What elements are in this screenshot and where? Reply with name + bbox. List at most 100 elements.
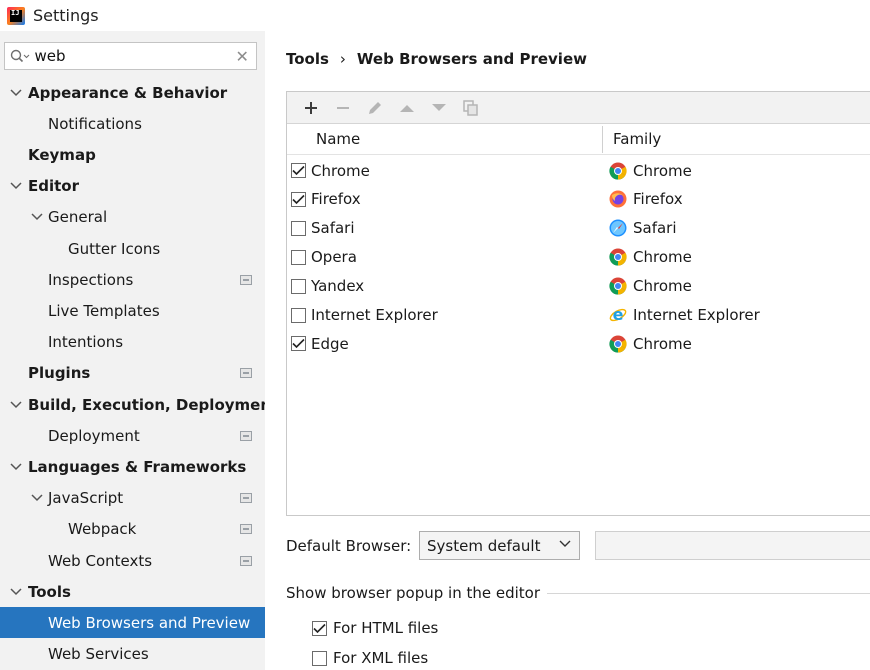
for-html-files-option[interactable]: For HTML files xyxy=(312,617,438,639)
add-button[interactable] xyxy=(295,95,327,121)
column-header-name[interactable]: Name xyxy=(316,130,360,148)
tree-item-notifications[interactable]: Notifications xyxy=(0,108,265,139)
safari-icon xyxy=(609,219,627,237)
table-row[interactable]: Internet Explorer e Internet Explorer xyxy=(287,301,870,330)
tree-item-appearance-behavior[interactable]: Appearance & Behavior xyxy=(0,77,265,108)
table-row[interactable]: Edge Chrome xyxy=(287,329,870,358)
tree-item-gutter-icons[interactable]: Gutter Icons xyxy=(0,233,265,264)
for-html-files-checkbox[interactable] xyxy=(312,620,327,636)
tree-item-label: Webpack xyxy=(68,520,137,539)
default-browser-select[interactable]: System default xyxy=(419,531,580,560)
main-panel: Tools › Web Browsers and Preview Name Fa… xyxy=(265,31,870,670)
tree-item-plugins[interactable]: Plugins xyxy=(0,358,265,389)
default-browser-label: Default Browser: xyxy=(286,537,412,555)
browser-active-checkbox[interactable] xyxy=(291,336,306,352)
browser-name: Yandex xyxy=(311,277,365,296)
tree-item-label: Live Templates xyxy=(48,301,160,320)
popup-section-title: Show browser popup in the editor xyxy=(286,584,541,602)
browser-path-field[interactable] xyxy=(595,531,870,560)
search-input[interactable] xyxy=(34,44,229,68)
tree-item-label: General xyxy=(48,208,108,227)
tree-item-live-templates[interactable]: Live Templates xyxy=(0,295,265,326)
tree-item-label: Web Contexts xyxy=(48,551,153,570)
project-level-icon xyxy=(240,430,252,441)
browser-name: Chrome xyxy=(311,161,370,180)
tree-item-tools[interactable]: Tools xyxy=(0,576,265,607)
tree-item-label: Web Services xyxy=(48,645,149,664)
tree-item-editor[interactable]: Editor xyxy=(0,171,265,202)
clear-search-icon[interactable]: ✕ xyxy=(228,47,256,66)
chrome-icon xyxy=(609,277,627,295)
chevron-down-icon[interactable] xyxy=(10,399,22,411)
chrome-icon xyxy=(609,335,627,353)
column-divider[interactable] xyxy=(602,126,603,153)
browser-name: Safari xyxy=(311,219,355,238)
browser-active-checkbox[interactable] xyxy=(291,278,306,294)
browser-active-checkbox[interactable] xyxy=(291,220,306,236)
browser-active-checkbox[interactable] xyxy=(291,307,306,323)
tree-item-web-contexts[interactable]: Web Contexts xyxy=(0,545,265,576)
tree-item-build-execution-deployment[interactable]: Build, Execution, Deployment xyxy=(0,389,278,420)
table-row[interactable]: Opera Chrome xyxy=(287,243,870,272)
chevron-down-icon[interactable] xyxy=(10,461,22,473)
project-level-icon xyxy=(240,274,252,285)
tree-item-label: Appearance & Behavior xyxy=(28,83,228,102)
tree-item-label: Build, Execution, Deployment xyxy=(28,395,279,414)
tree-item-label: Deployment xyxy=(48,426,140,445)
browser-family: Firefox xyxy=(633,190,683,209)
table-row[interactable]: Chrome Chrome xyxy=(287,156,870,185)
chevron-down-icon[interactable] xyxy=(31,211,43,223)
chevron-down-icon[interactable] xyxy=(10,180,22,192)
chrome-icon xyxy=(609,248,627,266)
column-header-family[interactable]: Family xyxy=(613,130,661,148)
chevron-down-icon[interactable] xyxy=(31,492,43,504)
move-up-button[interactable] xyxy=(391,95,423,121)
browser-active-checkbox[interactable] xyxy=(291,163,306,178)
table-toolbar xyxy=(287,92,870,124)
project-level-icon xyxy=(240,493,252,504)
browsers-table: Name Family Chrome Chrome Firefox Firefox Sa… xyxy=(286,91,870,516)
for-html-files-label: For HTML files xyxy=(333,619,439,637)
chevron-down-icon[interactable] xyxy=(10,87,22,99)
table-row[interactable]: Safari Safari xyxy=(287,214,870,243)
tree-item-label: Notifications xyxy=(48,114,142,133)
search-icon[interactable] xyxy=(5,49,34,63)
tree-item-label: Inspections xyxy=(48,270,134,289)
breadcrumb-separator: › xyxy=(339,50,346,68)
project-level-icon xyxy=(240,368,252,379)
for-xml-files-checkbox[interactable] xyxy=(312,650,327,666)
tree-item-intentions[interactable]: Intentions xyxy=(0,327,265,358)
tree-item-label: Web Browsers and Preview xyxy=(48,613,251,632)
ie-icon: e xyxy=(609,305,627,324)
tree-item-javascript[interactable]: JavaScript xyxy=(0,483,265,514)
copy-button[interactable] xyxy=(455,95,487,121)
tree-item-web-browsers-and-preview[interactable]: Web Browsers and Preview xyxy=(0,607,265,639)
tree-item-languages-frameworks[interactable]: Languages & Frameworks xyxy=(0,451,265,482)
browser-family: Chrome xyxy=(633,334,692,353)
window-title: Settings xyxy=(33,6,99,25)
app-logo-icon: IJ xyxy=(7,6,25,25)
tree-item-web-services[interactable]: Web Services xyxy=(0,639,265,670)
tree-item-inspections[interactable]: Inspections xyxy=(0,264,265,295)
default-browser-value: System default xyxy=(427,536,541,555)
browser-family: Safari xyxy=(633,219,677,238)
settings-sidebar: ✕ Appearance & Behavior Notifications Keym… xyxy=(0,31,278,670)
tree-item-deployment[interactable]: Deployment xyxy=(0,420,265,451)
tree-item-label: Gutter Icons xyxy=(68,239,161,258)
browser-name: Opera xyxy=(311,248,357,267)
tree-item-general[interactable]: General xyxy=(0,202,265,233)
tree-item-webpack[interactable]: Webpack xyxy=(0,514,265,545)
search-box[interactable]: ✕ xyxy=(4,42,257,70)
edit-button[interactable] xyxy=(359,95,391,121)
remove-button[interactable] xyxy=(327,95,359,121)
for-xml-files-option[interactable]: For XML files xyxy=(312,647,428,669)
table-row[interactable]: Firefox Firefox xyxy=(287,185,870,214)
browser-active-checkbox[interactable] xyxy=(291,191,306,207)
section-divider xyxy=(547,593,870,594)
breadcrumb-parent[interactable]: Tools xyxy=(286,50,329,68)
tree-item-keymap[interactable]: Keymap xyxy=(0,139,265,170)
chevron-down-icon[interactable] xyxy=(10,586,22,598)
move-down-button[interactable] xyxy=(423,95,455,121)
browser-active-checkbox[interactable] xyxy=(291,249,306,265)
table-row[interactable]: Yandex Chrome xyxy=(287,272,870,301)
